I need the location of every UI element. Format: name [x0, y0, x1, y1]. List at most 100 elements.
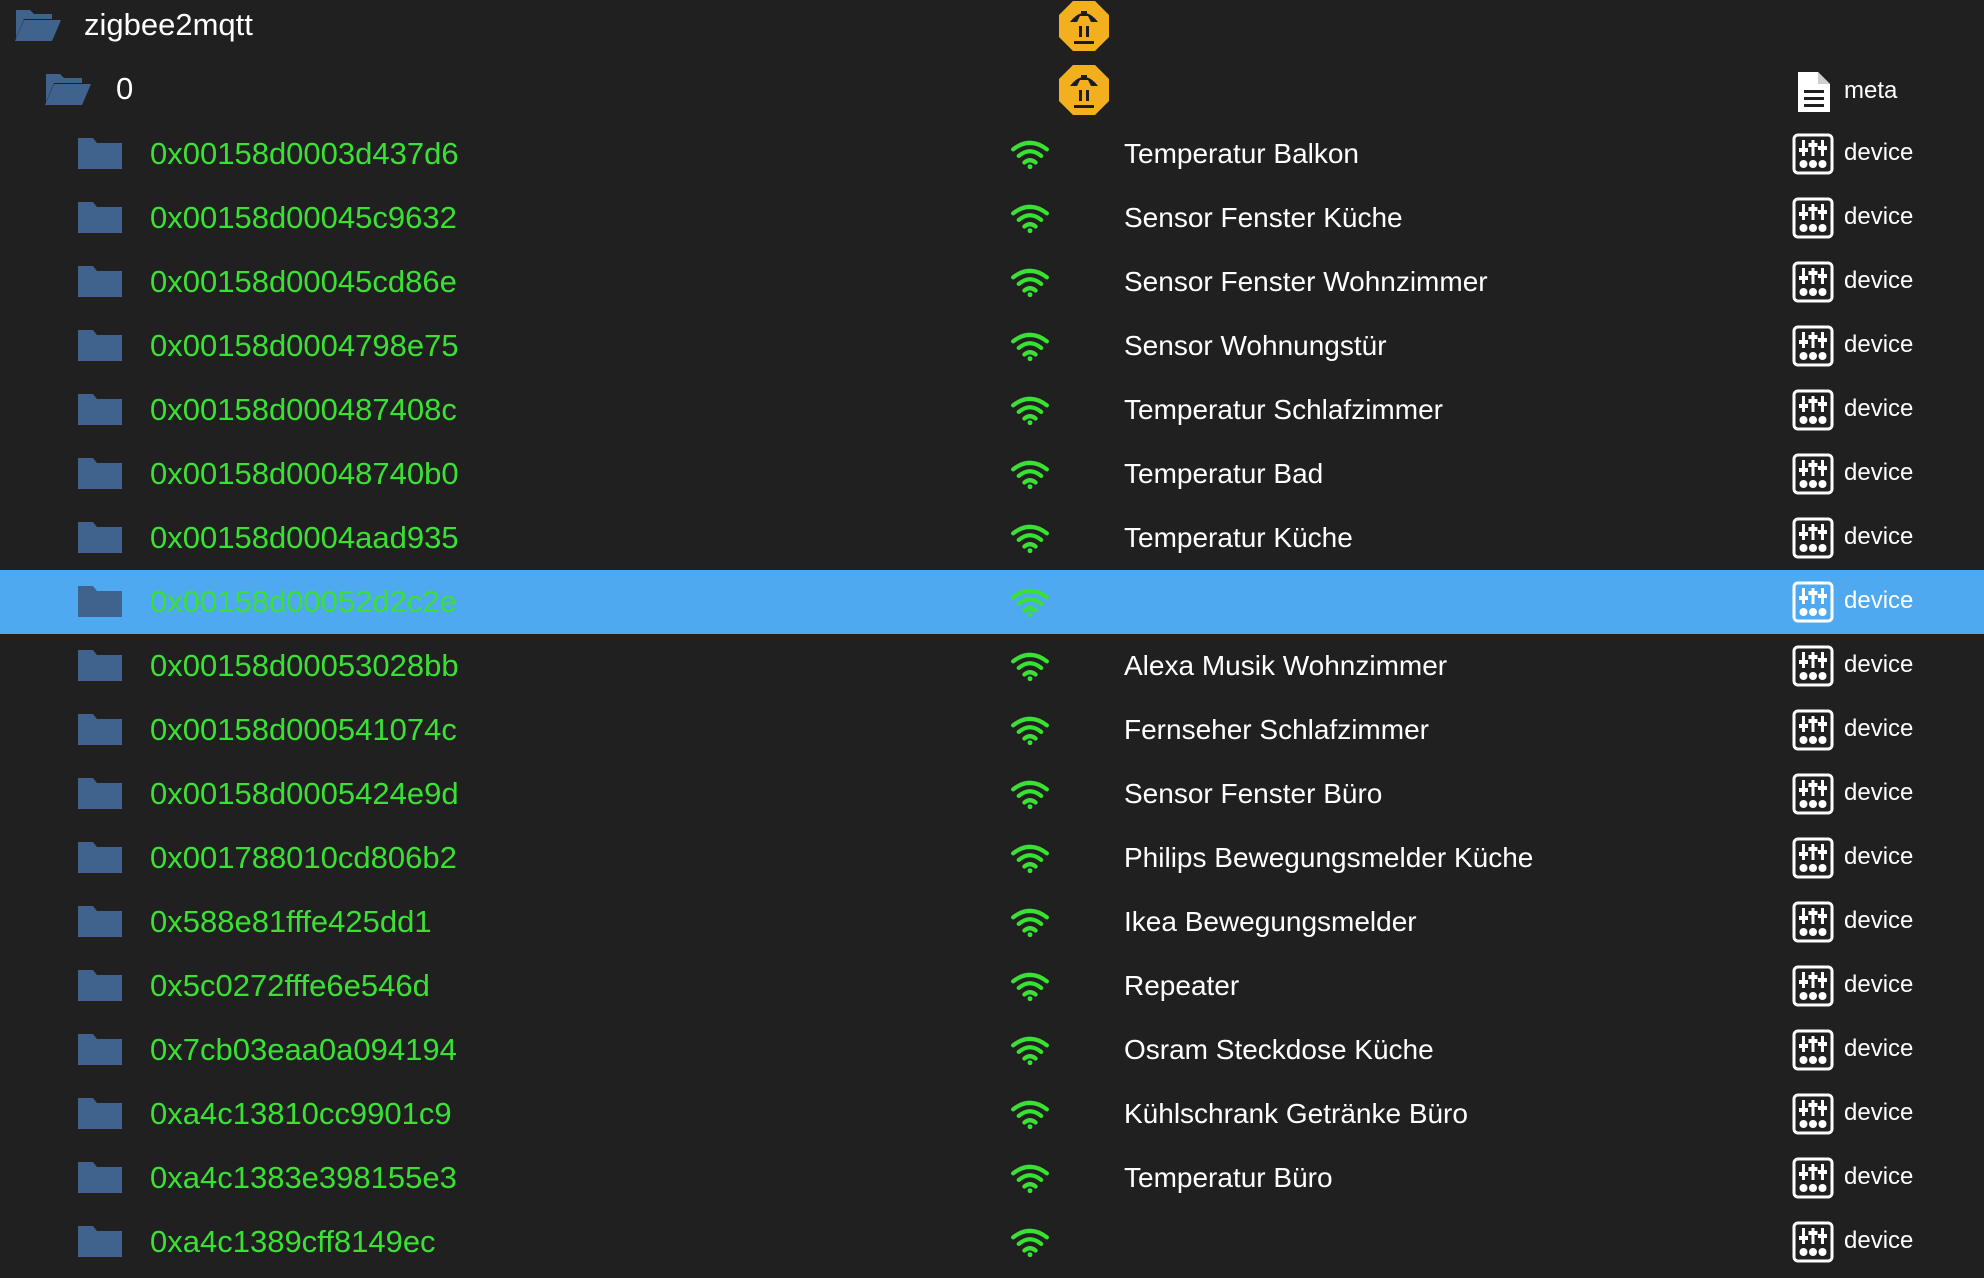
device-row[interactable]: 0x00158d0003d437d6 Temperatur Balkon devic… — [0, 122, 1984, 186]
wifi-icon — [1011, 396, 1049, 426]
device-type-label: device — [1844, 395, 1914, 422]
tree-row-instance[interactable]: 0 meta — [0, 60, 1984, 124]
device-icon — [1792, 1093, 1834, 1135]
wifi-icon — [1011, 268, 1049, 298]
device-row[interactable]: 0x00158d00045cd86e Sensor Fenster Wohnzim… — [0, 250, 1984, 314]
device-type-label: device — [1844, 779, 1914, 806]
device-type-label: device — [1844, 459, 1914, 486]
device-title[interactable]: Ikea Bewegungsmelder — [1124, 903, 1417, 941]
device-icon — [1792, 197, 1834, 239]
device-icon — [1792, 1157, 1834, 1199]
root-name[interactable]: zigbee2mqtt — [84, 6, 253, 44]
folder-icon[interactable] — [76, 1032, 124, 1066]
device-row[interactable]: 0x00158d0005424e9d Sensor Fenster Büro dev… — [0, 762, 1984, 826]
device-title[interactable]: Osram Steckdose Küche — [1124, 1031, 1434, 1069]
device-row[interactable]: 0x00158d00053028bb Alexa Musik Wohnzimmer… — [0, 634, 1984, 698]
instance-name[interactable]: 0 — [116, 70, 133, 108]
folder-icon[interactable] — [76, 392, 124, 426]
folder-icon[interactable] — [76, 904, 124, 938]
device-id[interactable]: 0x001788010cd806b2 — [150, 839, 457, 877]
device-title[interactable]: Sensor Fenster Büro — [1124, 775, 1382, 813]
device-row[interactable]: 0x00158d00048740b0 Temperatur Bad device — [0, 442, 1984, 506]
device-icon — [1792, 517, 1834, 559]
device-title[interactable]: Temperatur Küche — [1124, 519, 1353, 557]
device-icon — [1792, 133, 1834, 175]
wifi-icon — [1011, 652, 1049, 682]
folder-icon[interactable] — [76, 200, 124, 234]
folder-icon[interactable] — [76, 1160, 124, 1194]
device-title[interactable]: Sensor Fenster Küche — [1124, 199, 1403, 237]
wifi-icon — [1011, 716, 1049, 746]
device-row[interactable]: 0xa4c1389cff8149ec device — [0, 1210, 1984, 1274]
folder-icon[interactable] — [76, 264, 124, 298]
device-title[interactable]: Temperatur Bad — [1124, 455, 1323, 493]
device-id[interactable]: 0x7cb03eaa0a094194 — [150, 1031, 457, 1069]
folder-open-icon[interactable] — [14, 8, 62, 42]
folder-icon[interactable] — [76, 968, 124, 1002]
device-title[interactable]: Kühlschrank Getränke Büro — [1124, 1095, 1468, 1133]
device-type-label: device — [1844, 1035, 1914, 1062]
folder-icon[interactable] — [76, 1224, 124, 1258]
device-icon — [1792, 325, 1834, 367]
device-id[interactable]: 0x00158d00053028bb — [150, 647, 459, 685]
wifi-icon — [1011, 1228, 1049, 1258]
device-id[interactable]: 0x00158d0003d437d6 — [150, 135, 459, 173]
device-id[interactable]: 0x00158d00052d2c2e — [150, 583, 457, 621]
device-id[interactable]: 0x00158d0004aad935 — [150, 519, 459, 557]
device-row[interactable]: 0x00158d000541074c Fernseher Schlafzimmer… — [0, 698, 1984, 762]
device-icon — [1792, 261, 1834, 303]
device-row[interactable]: 0xa4c1383e398155e3 Temperatur Büro device — [0, 1146, 1984, 1210]
device-row[interactable]: 0xa4c13810cc9901c9 Kühlschrank Getränke B… — [0, 1082, 1984, 1146]
folder-open-icon[interactable] — [44, 72, 92, 106]
device-title[interactable]: Temperatur Balkon — [1124, 135, 1359, 173]
device-title[interactable]: Sensor Wohnungstür — [1124, 327, 1387, 365]
folder-icon[interactable] — [76, 840, 124, 874]
folder-icon[interactable] — [76, 1096, 124, 1130]
device-title[interactable]: Temperatur Schlafzimmer — [1124, 391, 1443, 429]
device-id[interactable]: 0x00158d000487408c — [150, 391, 457, 429]
object-tree: zigbee2mqtt 0 meta 0x00158d0003d437d6 Te… — [0, 0, 1984, 1278]
device-row[interactable]: 0x00158d000487408c Temperatur Schlafzimme… — [0, 378, 1984, 442]
folder-icon[interactable] — [76, 520, 124, 554]
folder-icon[interactable] — [76, 456, 124, 490]
folder-icon[interactable] — [76, 648, 124, 682]
device-id[interactable]: 0x5c0272fffe6e546d — [150, 967, 430, 1005]
device-type-label: device — [1844, 203, 1914, 230]
tree-row-root[interactable]: zigbee2mqtt — [0, 0, 1984, 64]
device-title[interactable]: Repeater — [1124, 967, 1239, 1005]
device-id[interactable]: 0x00158d0005424e9d — [150, 775, 459, 813]
device-row[interactable]: 0x5c0272fffe6e546d Repeater device — [0, 954, 1984, 1018]
device-id[interactable]: 0x00158d000541074c — [150, 711, 457, 749]
device-row[interactable]: 0x001788010cd806b2 Philips Bewegungsmelde… — [0, 826, 1984, 890]
device-icon — [1792, 709, 1834, 751]
device-row[interactable]: 0x00158d00045c9632 Sensor Fenster Küche de… — [0, 186, 1984, 250]
folder-icon[interactable] — [76, 328, 124, 362]
device-title[interactable]: Philips Bewegungsmelder Küche — [1124, 839, 1533, 877]
device-title[interactable]: Temperatur Büro — [1124, 1159, 1333, 1197]
device-id[interactable]: 0x588e81fffe425dd1 — [150, 903, 432, 941]
device-row[interactable]: 0x588e81fffe425dd1 Ikea Bewegungsmelder de… — [0, 890, 1984, 954]
device-id[interactable]: 0xa4c13810cc9901c9 — [150, 1095, 452, 1133]
device-row[interactable]: 0x00158d0004aad935 Temperatur Küche device — [0, 506, 1984, 570]
device-id[interactable]: 0x00158d00045cd86e — [150, 263, 457, 301]
folder-icon[interactable] — [76, 712, 124, 746]
device-id[interactable]: 0xa4c1389cff8149ec — [150, 1223, 436, 1261]
device-type-label: device — [1844, 523, 1914, 550]
device-row[interactable]: 0x00158d00052d2c2e device — [0, 570, 1984, 634]
device-id[interactable]: 0x00158d0004798e75 — [150, 327, 459, 365]
device-id[interactable]: 0x00158d00045c9632 — [150, 199, 457, 237]
device-type-label: device — [1844, 1163, 1914, 1190]
device-id[interactable]: 0x00158d00048740b0 — [150, 455, 459, 493]
folder-icon[interactable] — [76, 584, 124, 618]
device-row[interactable]: 0x00158d0004798e75 Sensor Wohnungstür devi… — [0, 314, 1984, 378]
device-row[interactable]: 0x7cb03eaa0a094194 Osram Steckdose Küche d… — [0, 1018, 1984, 1082]
device-title[interactable]: Alexa Musik Wohnzimmer — [1124, 647, 1447, 685]
device-icon — [1792, 645, 1834, 687]
device-title[interactable]: Fernseher Schlafzimmer — [1124, 711, 1429, 749]
wifi-icon — [1011, 908, 1049, 938]
folder-icon[interactable] — [76, 776, 124, 810]
folder-icon[interactable] — [76, 136, 124, 170]
device-id[interactable]: 0xa4c1383e398155e3 — [150, 1159, 457, 1197]
device-title[interactable]: Sensor Fenster Wohnzimmer — [1124, 263, 1488, 301]
file-document-icon — [1798, 72, 1830, 112]
